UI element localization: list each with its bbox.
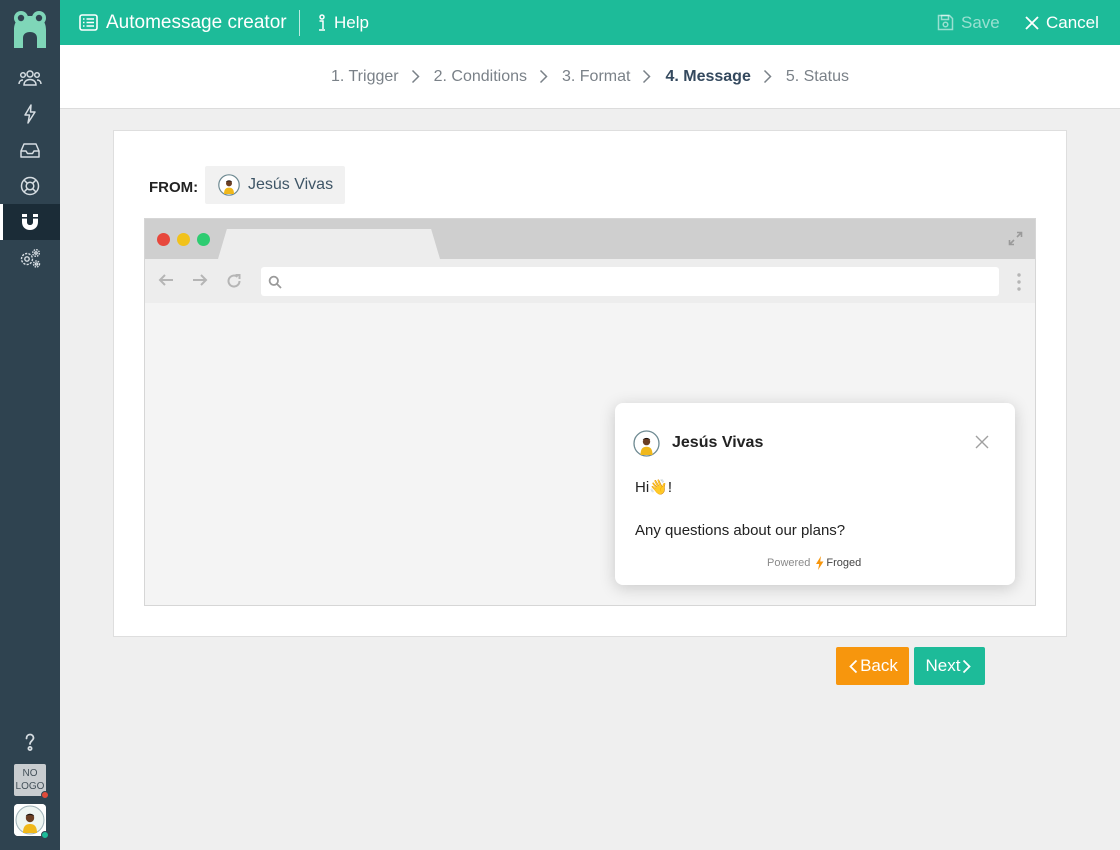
window-minimize-dot <box>177 233 190 246</box>
next-button[interactable]: Next <box>914 647 985 685</box>
search-icon <box>268 275 282 289</box>
chevron-right-icon <box>763 69 772 84</box>
back-button[interactable]: Back <box>836 647 909 685</box>
powered-label: Powered <box>767 557 811 569</box>
save-button[interactable]: Save <box>937 0 1000 45</box>
list-icon <box>79 14 98 31</box>
preview-body: Any questions about our plans? <box>635 522 846 539</box>
sender-selector[interactable]: Jesús Vivas <box>205 166 345 204</box>
chevron-right-icon <box>643 69 652 84</box>
froged-logo[interactable] <box>10 8 50 50</box>
sidebar-item-contacts[interactable] <box>0 60 60 96</box>
help-label: Help <box>334 12 369 32</box>
back-arrow-icon <box>158 274 173 286</box>
save-label: Save <box>961 12 1000 32</box>
contacts-icon <box>18 70 42 86</box>
sidebar-item-inbox[interactable] <box>0 132 60 168</box>
sidebar-item-automessages[interactable] <box>0 204 60 240</box>
powered-by: Powered Froged <box>767 556 861 570</box>
sender-avatar <box>218 174 240 196</box>
save-icon <box>937 14 954 31</box>
window-close-dot <box>157 233 170 246</box>
preview-sender-avatar <box>633 430 660 457</box>
greeting-text: Hi <box>635 479 650 496</box>
inbox-icon <box>20 143 40 158</box>
sidebar-item-automations[interactable] <box>0 96 60 132</box>
steps-bar: 1. Trigger 2. Conditions 3. Format 4. Me… <box>60 45 1120 109</box>
chevron-right-icon <box>963 659 972 673</box>
step-label: 1. Trigger <box>331 67 399 85</box>
step-conditions[interactable]: 2. Conditions <box>434 68 527 86</box>
cancel-button[interactable]: Cancel <box>1025 0 1099 45</box>
chevron-right-icon <box>411 69 420 84</box>
back-label: Back <box>860 656 898 675</box>
from-label: FROM: <box>149 179 199 196</box>
chevron-left-icon <box>849 659 858 673</box>
sidebar-item-help[interactable] <box>0 724 60 760</box>
step-label: 4. Message <box>665 67 751 85</box>
sidebar: NO LOGO <box>0 0 60 850</box>
message-editor-card: FROM: Jesús Vivas Jesús Vivas Hi👋! Any q… <box>113 130 1067 637</box>
forward-arrow-icon <box>193 274 208 286</box>
powered-brand: Froged <box>826 557 862 569</box>
settings-icon <box>20 249 41 268</box>
sidebar-item-help-center[interactable] <box>0 168 60 204</box>
question-icon <box>25 733 35 751</box>
company-status-dot <box>41 791 49 799</box>
help-link[interactable]: Help <box>316 0 369 45</box>
page-title-text: Automessage creator <box>106 11 287 33</box>
lifebuoy-icon <box>20 176 40 196</box>
step-label: 5. Status <box>785 67 849 85</box>
message-preview-popup: Jesús Vivas Hi👋! Any questions about our… <box>615 403 1015 585</box>
reload-icon <box>227 274 241 288</box>
step-trigger[interactable]: 1. Trigger <box>331 68 399 86</box>
browser-toolbar <box>145 259 1035 303</box>
bolt-icon <box>24 104 36 124</box>
magnet-icon <box>22 214 38 230</box>
browser-tab-bar <box>145 219 1035 259</box>
company-logo[interactable]: NO LOGO <box>14 764 49 799</box>
bolt-icon <box>816 556 824 570</box>
close-icon <box>1025 15 1039 30</box>
window-maximize-dot <box>197 233 210 246</box>
company-logo-text: NO LOGO <box>15 768 45 792</box>
chevron-right-icon <box>539 69 548 84</box>
greeting-suffix: ! <box>667 479 673 496</box>
sidebar-item-settings[interactable] <box>0 240 60 276</box>
step-label: 3. Format <box>561 67 631 85</box>
next-label: Next <box>925 656 961 675</box>
browser-preview: Jesús Vivas Hi👋! Any questions about our… <box>144 218 1036 606</box>
info-icon <box>319 13 325 31</box>
online-status-dot <box>41 831 49 839</box>
cancel-label: Cancel <box>1046 12 1099 32</box>
step-status[interactable]: 5. Status <box>786 68 849 86</box>
step-format[interactable]: 3. Format <box>562 68 630 86</box>
sender-name: Jesús Vivas <box>248 176 334 193</box>
close-icon[interactable] <box>975 435 989 449</box>
user-avatar[interactable] <box>14 804 49 839</box>
preview-sender-name: Jesús Vivas <box>672 434 764 451</box>
kebab-menu-icon <box>1017 273 1021 291</box>
header-bar: Automessage creator Help Save Cancel <box>60 0 1120 45</box>
page-title: Automessage creator <box>79 0 287 45</box>
step-label: 2. Conditions <box>433 67 527 85</box>
preview-greeting: Hi👋! <box>635 478 672 496</box>
expand-icon[interactable] <box>1008 231 1023 246</box>
address-bar <box>261 267 999 296</box>
waving-hand-emoji: 👋 <box>649 479 668 496</box>
header-divider <box>299 10 300 36</box>
wizard-steps: 1. Trigger 2. Conditions 3. Format 4. Me… <box>60 45 1120 108</box>
step-message[interactable]: 4. Message <box>665 68 750 86</box>
browser-tab <box>218 229 440 259</box>
